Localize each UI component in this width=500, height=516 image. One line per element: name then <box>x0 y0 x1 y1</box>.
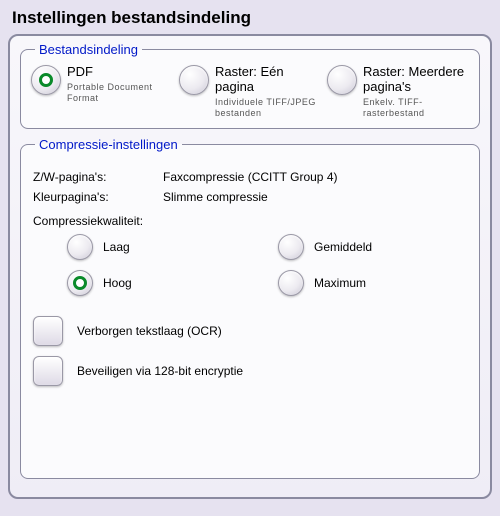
format-option-raster-multi[interactable]: Raster: Meerdere pagina's Enkelv. TIFF-r… <box>327 65 469 118</box>
color-pages-value: Slimme compressie <box>163 190 467 204</box>
quality-option-high[interactable]: Hoog <box>67 270 258 296</box>
encrypt-label: Beveiligen via 128-bit encryptie <box>77 364 243 378</box>
encrypt-checkbox[interactable] <box>33 356 63 386</box>
quality-label: Compressiekwaliteit: <box>33 214 467 228</box>
page-title: Instellingen bestandsindeling <box>12 8 488 28</box>
format-option-desc: Enkelv. TIFF-rasterbestand <box>363 97 469 119</box>
format-option-desc: Portable Document Format <box>67 82 173 104</box>
quality-option-maximum[interactable]: Maximum <box>278 270 469 296</box>
quality-option-medium[interactable]: Gemiddeld <box>278 234 469 260</box>
quality-option-label: Hoog <box>103 276 132 290</box>
radio-icon <box>31 65 61 95</box>
quality-option-label: Maximum <box>314 276 366 290</box>
file-format-legend: Bestandsindeling <box>35 42 142 57</box>
file-format-group: Bestandsindeling PDF Portable Document F… <box>20 42 480 129</box>
bw-pages-value: Faxcompressie (CCITT Group 4) <box>163 170 467 184</box>
color-pages-label: Kleurpagina's: <box>33 190 163 204</box>
quality-option-label: Laag <box>103 240 130 254</box>
settings-panel: Bestandsindeling PDF Portable Document F… <box>8 34 492 499</box>
format-option-title: PDF <box>67 65 173 80</box>
radio-icon <box>278 234 304 260</box>
radio-icon <box>278 270 304 296</box>
quality-option-low[interactable]: Laag <box>67 234 258 260</box>
compression-legend: Compressie-instellingen <box>35 137 182 152</box>
ocr-checkbox[interactable] <box>33 316 63 346</box>
radio-icon <box>327 65 357 95</box>
ocr-label: Verborgen tekstlaag (OCR) <box>77 324 222 338</box>
format-option-raster-single[interactable]: Raster: Eén pagina Individuele TIFF/JPEG… <box>179 65 321 118</box>
bw-pages-label: Z/W-pagina's: <box>33 170 163 184</box>
quality-option-label: Gemiddeld <box>314 240 372 254</box>
radio-icon <box>67 234 93 260</box>
format-option-desc: Individuele TIFF/JPEG bestanden <box>215 97 321 119</box>
format-option-pdf[interactable]: PDF Portable Document Format <box>31 65 173 118</box>
radio-icon <box>67 270 93 296</box>
compression-group: Compressie-instellingen Z/W-pagina's: Fa… <box>20 137 480 479</box>
format-option-title: Raster: Meerdere pagina's <box>363 65 469 95</box>
radio-icon <box>179 65 209 95</box>
format-option-title: Raster: Eén pagina <box>215 65 321 95</box>
